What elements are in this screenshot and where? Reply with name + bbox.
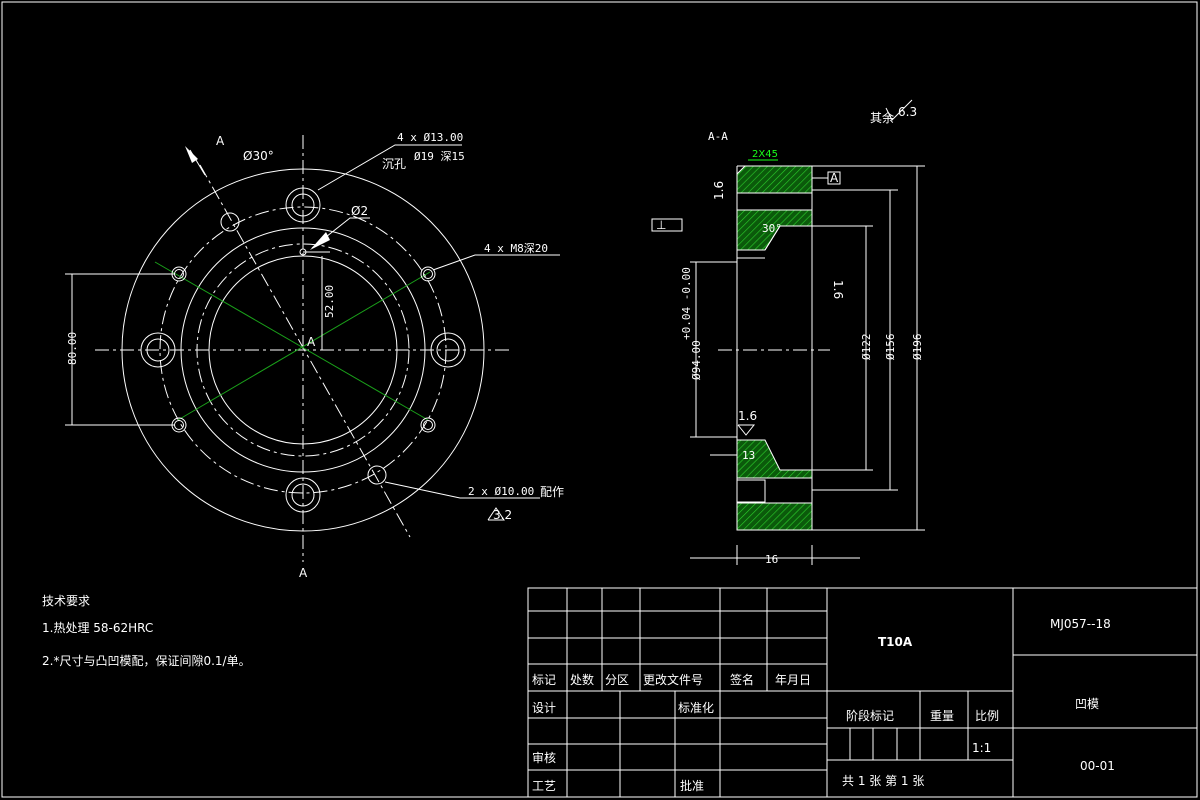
weight-label: 重量: [930, 709, 954, 723]
counterbore-note: 沉孔: [382, 157, 406, 171]
col-date: 年月日: [775, 673, 811, 687]
pin-label: 2 x Ø10.00: [468, 485, 534, 498]
dim-13: 13: [742, 449, 755, 462]
stage-mark: 阶段标记: [846, 708, 894, 723]
tech-requirements: 技术要求 1.热处理 58-62HRC 2.*尺寸与凸凹模配，保证间隙0.1/单…: [42, 594, 251, 668]
angle-label: Ø30°: [243, 149, 274, 163]
col-count: 处数: [570, 672, 594, 687]
col-mark: 标记: [532, 673, 556, 687]
general-roughness: 6.3: [898, 105, 917, 119]
roughness-mid: 1.6: [738, 409, 757, 423]
datum-ref: A: [830, 171, 839, 185]
small-hole-label: Ø2: [351, 204, 368, 218]
part-code: 00-01: [1080, 759, 1115, 773]
tech-item-1: 1.热处理 58-62HRC: [42, 621, 153, 635]
dim-196: Ø196: [911, 334, 924, 361]
chamfer-label: 2X45: [752, 149, 778, 160]
scale-label: 比例: [975, 709, 999, 723]
section-title: A-A: [708, 130, 728, 143]
scale-value: 1:1: [972, 741, 991, 755]
drawing-border: [1, 1, 1198, 798]
tol-94: +0.04 -0.00: [680, 267, 693, 340]
pin-hole: [367, 465, 387, 485]
tech-item-2: 2.*尺寸与凸凹模配，保证间隙0.1/单。: [42, 654, 251, 668]
green-diagonal-1: [154, 261, 429, 421]
sheet-info: 共 1 张 第 1 张: [842, 774, 924, 788]
threaded-hole: [420, 266, 436, 282]
dim-94: Ø94.00: [690, 340, 703, 380]
part-name: 凹模: [1075, 697, 1099, 711]
perp-tol: ⊥: [656, 218, 666, 232]
section-mark-bottom: A: [299, 566, 308, 580]
dim-156: Ø156: [884, 334, 897, 361]
title-block: 标记 处数 分区 更改文件号 签名 年月日 设计 标准化 审核 工艺 批准 T1…: [527, 587, 1198, 798]
col-doc: 更改文件号: [643, 672, 703, 687]
threaded-hole: [420, 417, 436, 433]
section-line: [199, 164, 411, 538]
section-mark-top: A: [216, 134, 225, 148]
green-diagonal-2: [177, 271, 431, 421]
cad-drawing: A A A Ø30° 4 x Ø13.00 沉孔 Ø19 深15 Ø2 4 x …: [1, 1, 1198, 798]
row-standard: 标准化: [678, 701, 714, 715]
roughness-right: 1.6: [831, 280, 845, 299]
tech-heading: 技术要求: [42, 594, 90, 608]
angle-30: 30°: [762, 222, 782, 235]
threaded-label: 4 x M8深20: [484, 242, 548, 255]
dim-122: Ø122: [860, 334, 873, 361]
counterbore-depth: Ø19 深15: [414, 150, 465, 163]
front-view: A A A Ø30° 4 x Ø13.00 沉孔 Ø19 深15 Ø2 4 x …: [65, 131, 564, 580]
roughness-a: 3.2: [493, 508, 512, 522]
pin-hole: [220, 212, 240, 232]
row-process: 工艺: [532, 779, 556, 793]
hatch-top: [736, 165, 813, 194]
row-design: 设计: [532, 701, 556, 715]
dim-80: 80.00: [66, 332, 79, 365]
col-zone: 分区: [605, 673, 629, 687]
dim-16: 16: [765, 553, 778, 566]
section-view: A-A 2X45 Ø196 Ø156 Ø122 Ø94.00 +0.04 -0.…: [651, 99, 925, 566]
material: T10A: [878, 635, 913, 649]
hatch-bottom: [736, 502, 813, 531]
dim-52: 52.00: [323, 285, 336, 318]
row-approve: 批准: [680, 778, 704, 793]
pin-note: 配作: [540, 485, 564, 499]
row-review: 审核: [532, 750, 556, 765]
counterbore-label: 4 x Ø13.00: [397, 131, 463, 144]
roughness-top: 1.6: [712, 181, 726, 200]
drawing-no: MJ057--18: [1050, 617, 1111, 631]
center-mark: A: [307, 335, 316, 349]
col-sign: 签名: [730, 672, 754, 687]
